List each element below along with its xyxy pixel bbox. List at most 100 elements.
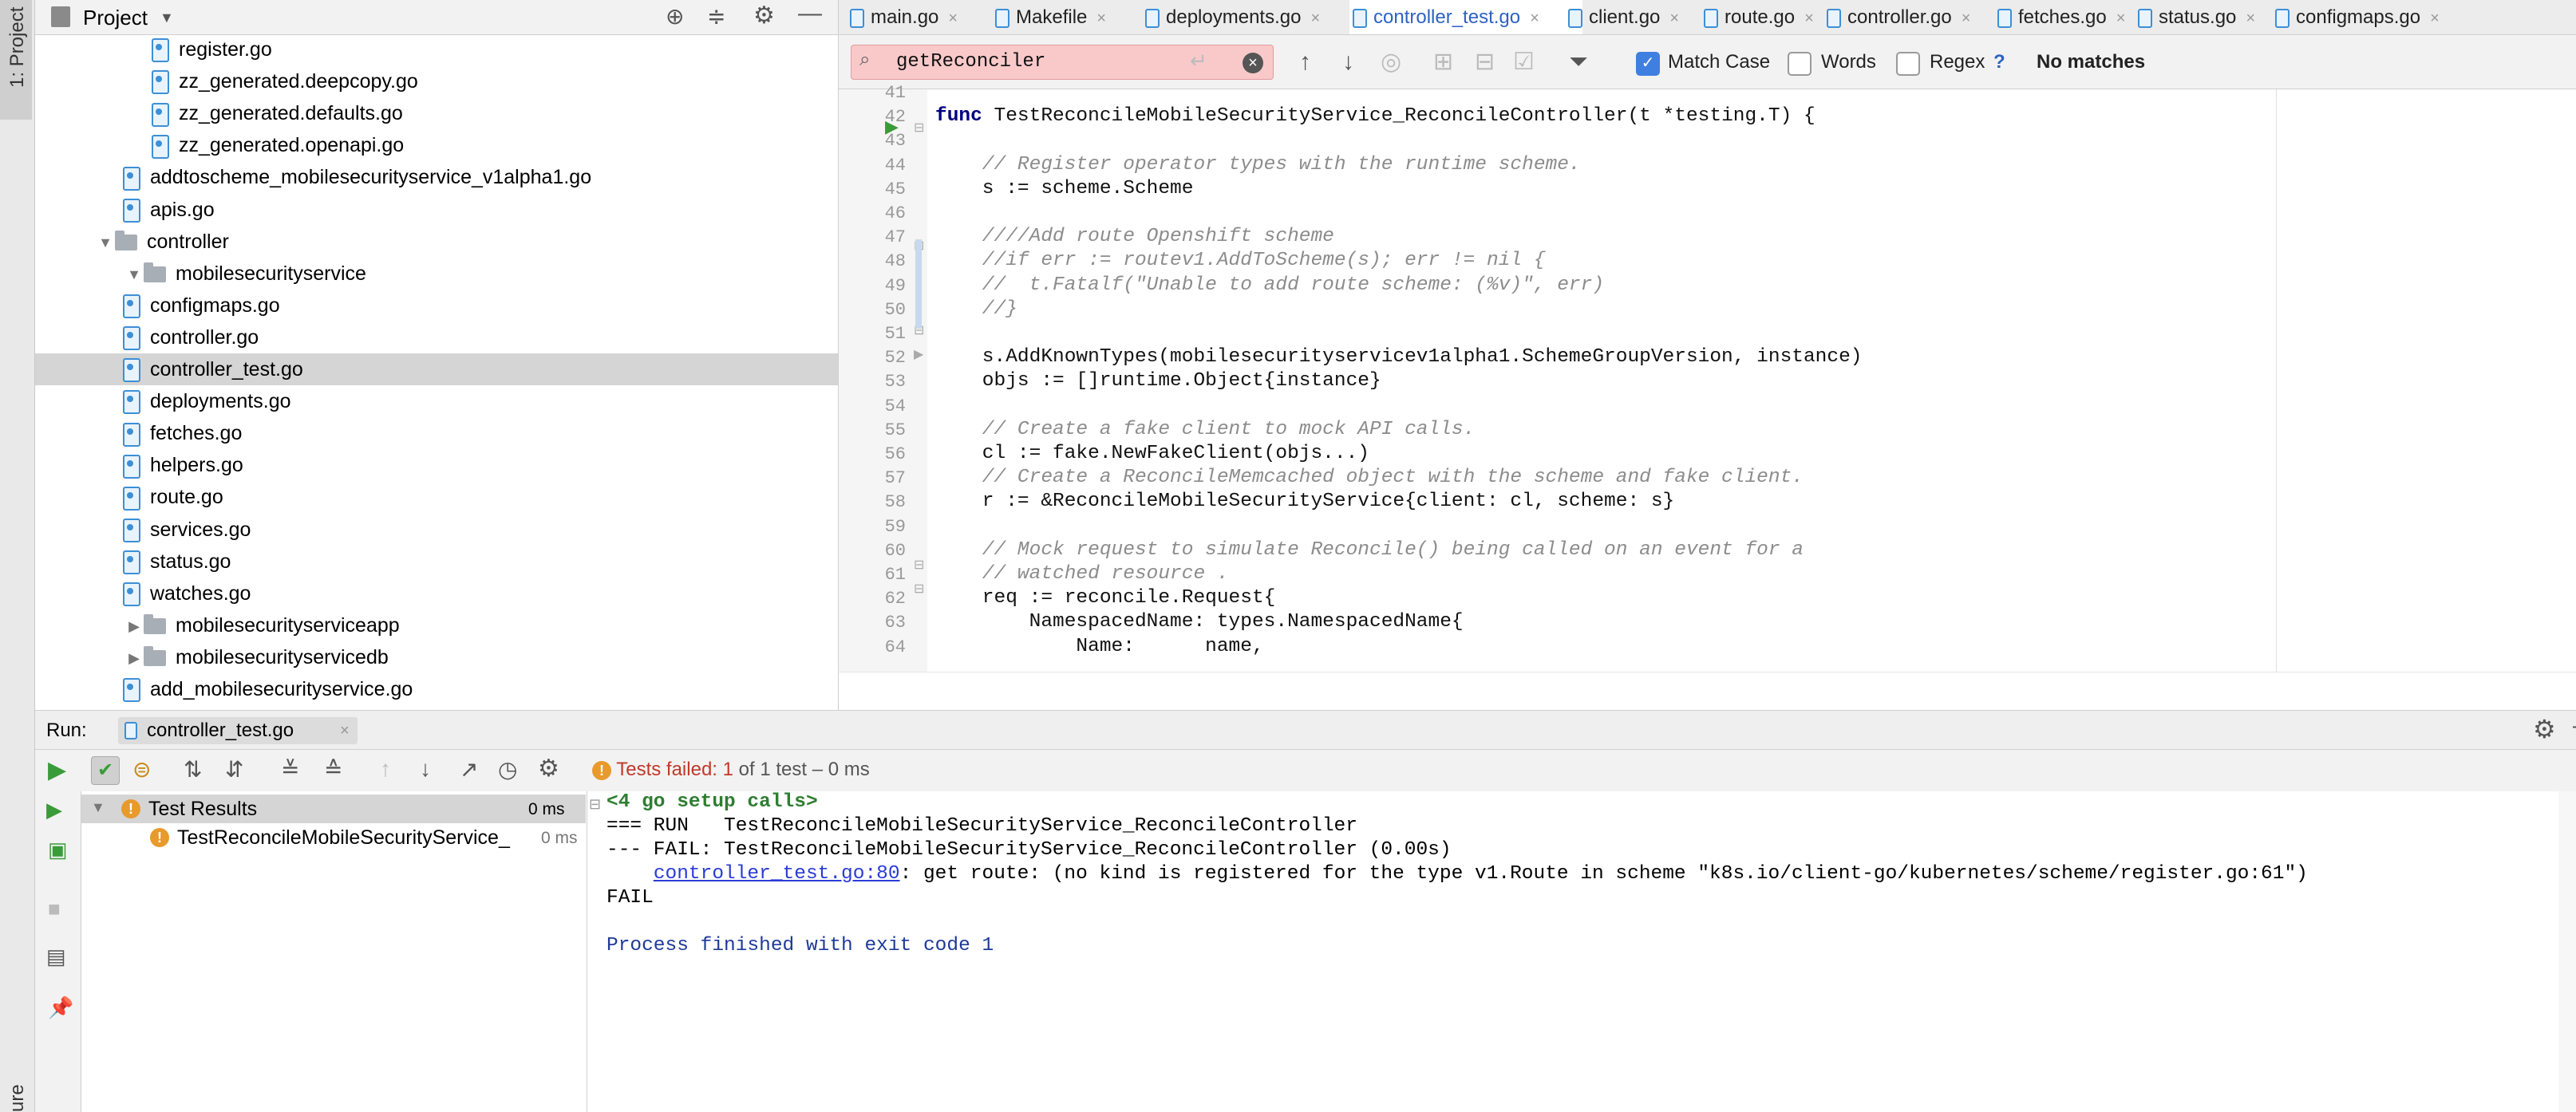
clear-icon[interactable]: × <box>1243 53 1263 73</box>
tree-row[interactable]: ▶ mobilesecurityserviceapp <box>35 609 838 641</box>
close-icon[interactable]: × <box>1096 10 1106 27</box>
tree-row[interactable]: ▶ mobilesecurityservicedb <box>35 641 838 673</box>
search-input[interactable]: ⌕ getReconciler ↵ × <box>851 45 1274 80</box>
sort-duration-icon[interactable]: ⇵ <box>225 756 243 783</box>
close-icon[interactable]: × <box>1804 10 1814 27</box>
prev-failed-icon[interactable]: ↑ <box>380 756 391 782</box>
gear-icon[interactable]: ⚙ <box>753 2 775 30</box>
tab-status-go[interactable]: status.go × <box>2135 0 2290 34</box>
arrow-up-icon[interactable]: ↑ <box>1299 45 1311 80</box>
remove-occurrence-icon[interactable]: ⊟ <box>1475 45 1495 80</box>
tab-controller-go[interactable]: controller.go × <box>1823 0 2012 34</box>
minimize-icon[interactable]: — <box>798 0 822 27</box>
show-ignored-icon[interactable]: ⊜ <box>132 756 151 783</box>
regex-help-link[interactable]: ? <box>1993 50 2005 74</box>
rerun-icon[interactable]: ▶ <box>48 756 66 784</box>
tab-makefile[interactable]: Makefile × <box>992 0 1160 34</box>
fold-icon[interactable]: ⊟ <box>914 557 924 573</box>
coverage-icon[interactable]: ▣ <box>48 838 68 862</box>
close-icon[interactable]: × <box>1962 10 1971 27</box>
filter-icon[interactable]: ⏷ <box>1569 45 1588 80</box>
locate-icon[interactable]: ⊕ <box>666 3 684 30</box>
close-icon[interactable]: × <box>1310 10 1320 27</box>
tab-controller-test-go[interactable]: controller_test.go × <box>1349 0 1582 34</box>
code-editor[interactable]: func TestReconcileMobileSecurityService_… <box>927 89 2576 672</box>
match-case-checkbox[interactable]: ✓ <box>1636 52 1660 76</box>
tab-configmaps-go[interactable]: configmaps.go × <box>2272 0 2576 34</box>
tree-row[interactable]: status.go <box>35 546 838 578</box>
console-scrollbar[interactable] <box>2558 791 2576 1112</box>
close-icon[interactable]: × <box>340 719 350 743</box>
add-occurrence-icon[interactable]: ⊞ <box>1433 45 1453 80</box>
gear-icon[interactable]: ⚙ <box>2533 714 2556 744</box>
tree-row[interactable]: configmaps.go <box>35 290 838 321</box>
minimize-icon[interactable]: — <box>2573 712 2576 739</box>
project-title[interactable]: Project <box>83 5 148 30</box>
tree-row[interactable]: route.go <box>35 481 838 513</box>
tree-row[interactable]: zz_generated.defaults.go <box>35 97 838 129</box>
layout-icon[interactable]: ▤ <box>46 944 66 969</box>
regex-checkbox[interactable] <box>1896 52 1920 76</box>
chevron-down-icon[interactable]: ▼ <box>124 258 144 290</box>
setup-calls[interactable]: <4 go setup calls> <box>606 791 818 813</box>
tree-row[interactable]: helpers.go <box>35 449 838 481</box>
fold-icon[interactable]: ⊟ <box>914 581 924 597</box>
fold-icon[interactable]: ⊟ <box>589 796 601 813</box>
tree-row[interactable]: ▼ ! Test Results 0 ms <box>81 795 586 823</box>
console-output[interactable]: ⊟ <4 go setup calls> === RUN TestReconci… <box>587 791 2558 1112</box>
select-all-occurrences-icon[interactable]: ☑ <box>1513 45 1535 80</box>
chevron-down-icon[interactable]: ▼ <box>96 227 115 258</box>
sort-alpha-icon[interactable]: ⇅ <box>184 756 202 783</box>
chevron-right-icon[interactable]: ▶ <box>124 610 144 642</box>
gear-icon[interactable]: ⚙ <box>538 755 559 783</box>
tree-row[interactable]: fetches.go <box>35 417 838 449</box>
collapse-all-icon[interactable]: ≙ <box>324 756 342 783</box>
expand-all-icon[interactable]: ≚ <box>281 756 299 783</box>
close-icon[interactable]: × <box>2430 10 2440 27</box>
next-failed-icon[interactable]: ↓ <box>420 756 431 782</box>
tree-row[interactable]: ▼ controller <box>35 226 838 258</box>
tree-row[interactable]: apis.go <box>35 194 838 226</box>
tab-deployments-go[interactable]: deployments.go × <box>1142 0 1367 34</box>
show-passed-icon[interactable]: ✔ <box>91 756 120 785</box>
pin-icon[interactable]: 📌 <box>48 996 73 1020</box>
source-link[interactable]: controller_test.go:80 <box>654 863 900 885</box>
close-icon[interactable]: × <box>1669 10 1679 27</box>
tree-row[interactable]: controller_test.go <box>35 353 838 385</box>
run-test-gutter-icon[interactable]: ▶ <box>885 116 899 137</box>
close-icon[interactable]: × <box>1530 10 1539 27</box>
tree-row[interactable]: controller.go <box>35 321 838 353</box>
fold-icon[interactable]: ▶ <box>914 346 923 362</box>
chevron-down-icon[interactable]: ▼ <box>160 5 174 30</box>
tree-row[interactable]: addtoscheme_mobilesecurityservice_v1alph… <box>35 161 838 193</box>
run-tab[interactable]: controller_test.go × <box>118 717 358 744</box>
tree-row[interactable]: deployments.go <box>35 385 838 417</box>
export-icon[interactable]: ↗ <box>460 756 478 783</box>
find-in-selection-icon[interactable]: ◎ <box>1381 45 1401 80</box>
tab-route-go[interactable]: route.go × <box>1701 0 1841 34</box>
tree-row[interactable]: zz_generated.deepcopy.go <box>35 65 838 97</box>
tab-main-go[interactable]: main.go × <box>847 0 1009 34</box>
tree-row[interactable]: ▼ mobilesecurityservice <box>35 258 838 290</box>
structure-tool-label[interactable]: ure <box>6 1084 29 1112</box>
tree-row[interactable]: ! TestReconcileMobileSecurityService_ 0 … <box>81 823 586 852</box>
tree-row[interactable]: register.go <box>35 35 838 65</box>
fold-icon[interactable]: ⊟ <box>914 120 924 136</box>
chevron-down-icon[interactable]: ▼ <box>91 799 105 816</box>
tree-row[interactable]: services.go <box>35 514 838 546</box>
search-icon[interactable]: ⌕ <box>859 49 870 71</box>
close-icon[interactable]: × <box>2116 10 2126 27</box>
project-tool-button[interactable]: 1: Project <box>0 0 32 120</box>
tree-row[interactable]: add_mobilesecurityservice.go <box>35 673 838 705</box>
tree-row[interactable]: watches.go <box>35 578 838 609</box>
rerun-failed-icon[interactable]: ▶ <box>46 798 62 822</box>
close-icon[interactable]: × <box>948 10 958 27</box>
tab-client-go[interactable]: client.go × <box>1565 0 1718 34</box>
tab-fetches-go[interactable]: fetches.go × <box>1994 0 2152 34</box>
arrow-down-icon[interactable]: ↓ <box>1342 45 1354 80</box>
stop-icon[interactable]: ■ <box>48 897 61 921</box>
chevron-right-icon[interactable]: ▶ <box>124 642 144 674</box>
words-checkbox[interactable] <box>1788 52 1811 76</box>
tree-row[interactable]: zz_generated.openapi.go <box>35 129 838 161</box>
collapse-all-icon[interactable]: ≑ <box>707 3 725 30</box>
